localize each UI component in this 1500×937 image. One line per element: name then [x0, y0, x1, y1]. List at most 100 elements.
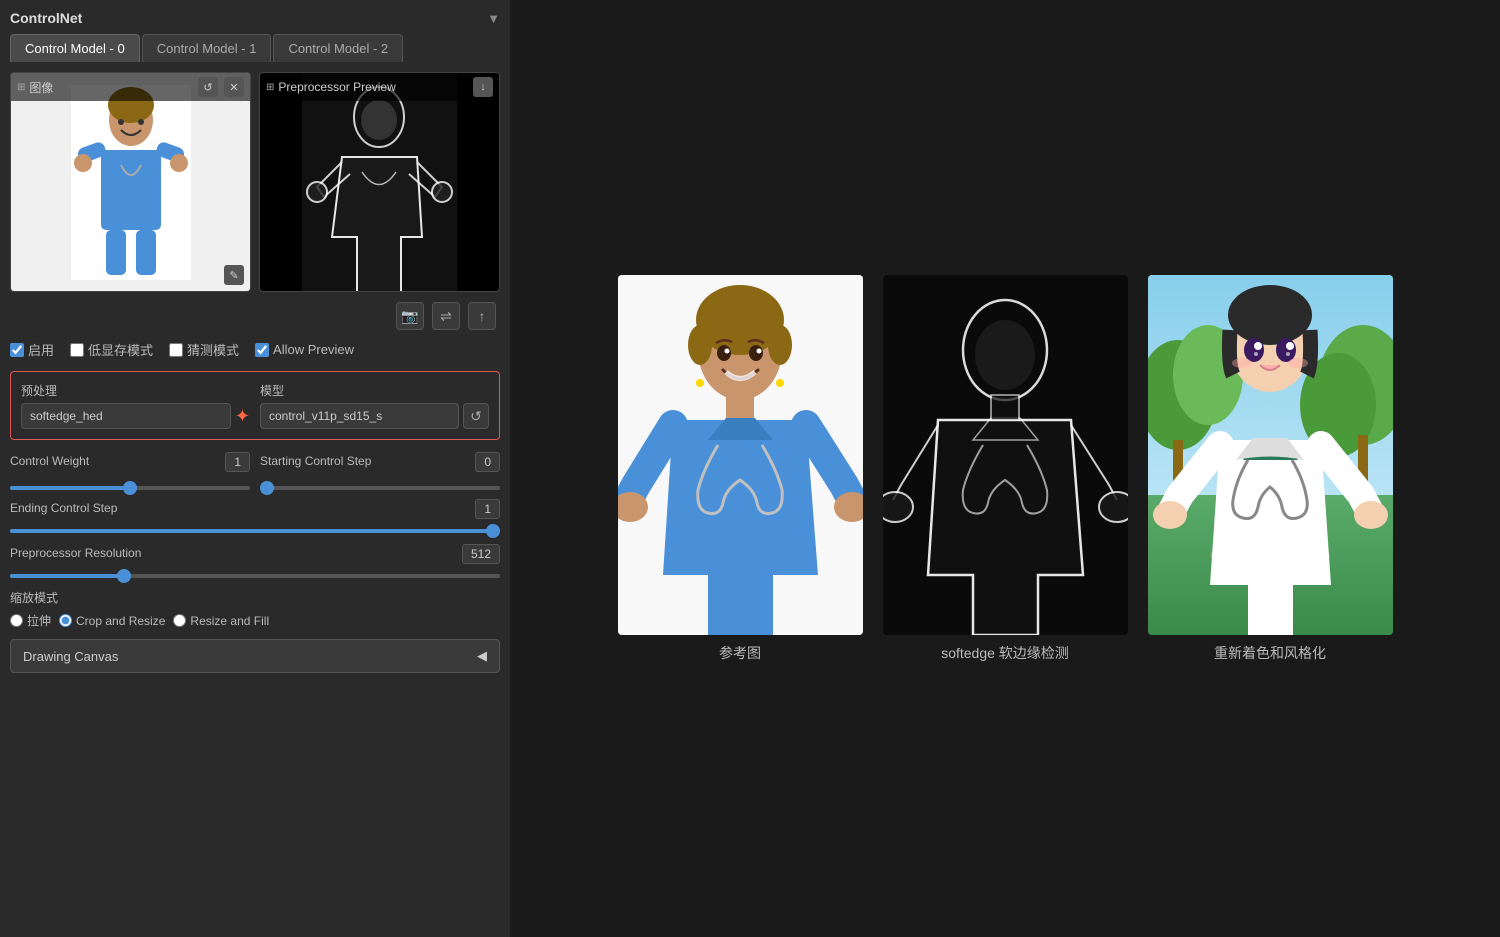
low-vram-checkbox-item[interactable]: 低显存模式: [70, 340, 153, 359]
source-image-label: 图像: [29, 79, 53, 96]
panel-header: ControlNet ▼: [10, 10, 500, 26]
anime-image-display: [1148, 275, 1393, 635]
guess-mode-checkbox-item[interactable]: 猜测模式: [169, 340, 239, 359]
zoom-option-fill[interactable]: Resize and Fill: [173, 612, 269, 629]
result-item-softedge: softedge 软边缘检测: [883, 275, 1128, 663]
ending-step-value: 1: [475, 499, 500, 519]
control-weight-value: 1: [225, 452, 250, 472]
nurse-original-svg: [71, 85, 191, 280]
weight-start-sliders-row: [10, 478, 500, 493]
preprocessor-preview-box: ⊞ Preprocessor Preview ↓: [259, 72, 500, 292]
zoom-section: 缩放模式 拉伸 Crop and Resize Resize and Fill: [10, 589, 500, 629]
allow-preview-label: Allow Preview: [273, 342, 354, 357]
preprocessor-preview-content: [260, 73, 499, 291]
tab-control-model-1[interactable]: Control Model - 1: [142, 34, 272, 62]
starting-slider-container: [260, 478, 500, 493]
result-item-original: 参考图: [618, 275, 863, 663]
resolution-value: 512: [462, 544, 500, 564]
upload-button[interactable]: ↑: [468, 302, 496, 330]
edit-source-button[interactable]: ✎: [224, 265, 244, 285]
resolution-label: Preprocessor Resolution: [10, 546, 141, 560]
resolution-row: Preprocessor Resolution 512: [10, 544, 500, 564]
starting-step-value: 0: [475, 452, 500, 472]
ending-section: Ending Control Step 1: [10, 499, 500, 536]
image-row: ⊞ 图像 ↺ ✕: [10, 72, 500, 292]
large-nurse-svg: [618, 275, 863, 635]
ending-step-slider[interactable]: [10, 529, 500, 533]
camera-button[interactable]: 📷: [396, 302, 424, 330]
preprocess-model-section: 预处理 softedge_hed ✦ 模型 control_v11p_sd15_…: [10, 371, 500, 440]
result-item-anime: 重新着色和风格化: [1148, 275, 1393, 663]
large-anime-svg: [1148, 275, 1393, 635]
refresh-source-button[interactable]: ↺: [198, 77, 218, 97]
swap-button[interactable]: ⇌: [432, 302, 460, 330]
zoom-option-crop[interactable]: Crop and Resize: [59, 612, 165, 629]
control-weight-label: Control Weight: [10, 454, 89, 468]
close-source-button[interactable]: ✕: [224, 77, 244, 97]
zoom-crop-label: Crop and Resize: [76, 614, 165, 628]
enable-label: 启用: [28, 340, 54, 359]
low-vram-label: 低显存模式: [88, 340, 153, 359]
model-tabs: Control Model - 0 Control Model - 1 Cont…: [10, 34, 500, 62]
download-preview-button[interactable]: ↓: [473, 77, 493, 97]
softedge-preview-svg: [302, 72, 457, 292]
resolution-section: Preprocessor Resolution 512: [10, 544, 500, 581]
tab-control-model-0[interactable]: Control Model - 0: [10, 34, 140, 62]
low-vram-checkbox[interactable]: [70, 343, 84, 357]
weight-slider-container: [10, 478, 250, 493]
preprocessor-section-label: 预处理: [21, 382, 250, 399]
starting-step-label: Starting Control Step: [260, 454, 371, 468]
left-panel: ControlNet ▼ Control Model - 0 Control M…: [0, 0, 510, 937]
control-weight-slider[interactable]: [10, 486, 250, 490]
result-image-anime: [1148, 275, 1393, 635]
model-select[interactable]: control_v11p_sd15_s: [260, 403, 459, 429]
allow-preview-checkbox[interactable]: [255, 343, 269, 357]
result-image-softedge: [883, 275, 1128, 635]
source-image-content[interactable]: [11, 73, 250, 291]
fire-icon: ✦: [235, 406, 250, 427]
source-image-header: ⊞ 图像 ↺ ✕: [11, 73, 250, 101]
preprocess-row: 预处理 softedge_hed ✦ 模型 control_v11p_sd15_…: [21, 382, 489, 429]
weight-start-section: Control Weight 1 Starting Control Step 0: [10, 452, 500, 493]
allow-preview-checkbox-item[interactable]: Allow Preview: [255, 342, 354, 357]
starting-step-slider[interactable]: [260, 486, 500, 490]
right-panel: 参考图: [510, 0, 1500, 937]
drawing-canvas-arrow: ◀: [477, 648, 487, 664]
collapse-arrow[interactable]: ▼: [487, 11, 500, 26]
panel-title: ControlNet: [10, 10, 82, 26]
zoom-fill-radio[interactable]: [173, 614, 186, 627]
model-section-label: 模型: [260, 382, 489, 399]
enable-checkbox-item[interactable]: 启用: [10, 340, 54, 359]
edit-icon-container: ✎: [224, 265, 244, 285]
resolution-slider[interactable]: [10, 574, 500, 578]
preprocessor-header: ⊞ Preprocessor Preview ↓: [260, 73, 499, 101]
weight-row: Control Weight 1: [10, 452, 250, 472]
guess-mode-checkbox[interactable]: [169, 343, 183, 357]
zoom-mode-label: 缩放模式: [10, 589, 500, 606]
model-refresh-button[interactable]: ↺: [463, 403, 489, 429]
caption-original: 参考图: [719, 643, 761, 663]
zoom-fill-label: Resize and Fill: [190, 614, 269, 628]
result-image-original: [618, 275, 863, 635]
zoom-stretch-radio[interactable]: [10, 614, 23, 627]
zoom-stretch-label: 拉伸: [27, 612, 51, 629]
zoom-option-stretch[interactable]: 拉伸: [10, 612, 51, 629]
zoom-options: 拉伸 Crop and Resize Resize and Fill: [10, 612, 500, 629]
weight-start-labels-row: Control Weight 1 Starting Control Step 0: [10, 452, 500, 474]
preprocessor-select[interactable]: softedge_hed: [21, 403, 231, 429]
preprocessor-label: Preprocessor Preview: [278, 80, 395, 94]
tab-control-model-2[interactable]: Control Model - 2: [273, 34, 403, 62]
original-image-display: [618, 275, 863, 635]
guess-mode-label: 猜测模式: [187, 340, 239, 359]
enable-checkbox[interactable]: [10, 343, 24, 357]
ending-row: Ending Control Step 1: [10, 499, 500, 519]
drawing-canvas-label: Drawing Canvas: [23, 649, 118, 664]
ending-step-label: Ending Control Step: [10, 501, 117, 515]
starting-row: Starting Control Step 0: [260, 452, 500, 472]
source-image-box: ⊞ 图像 ↺ ✕: [10, 72, 251, 292]
starting-group: Starting Control Step 0: [260, 452, 500, 474]
zoom-crop-radio[interactable]: [59, 614, 72, 627]
checkboxes-row: 启用 低显存模式 猜测模式 Allow Preview: [10, 340, 500, 359]
preprocessor-col: 预处理 softedge_hed ✦: [21, 382, 250, 429]
drawing-canvas-row[interactable]: Drawing Canvas ◀: [10, 639, 500, 673]
